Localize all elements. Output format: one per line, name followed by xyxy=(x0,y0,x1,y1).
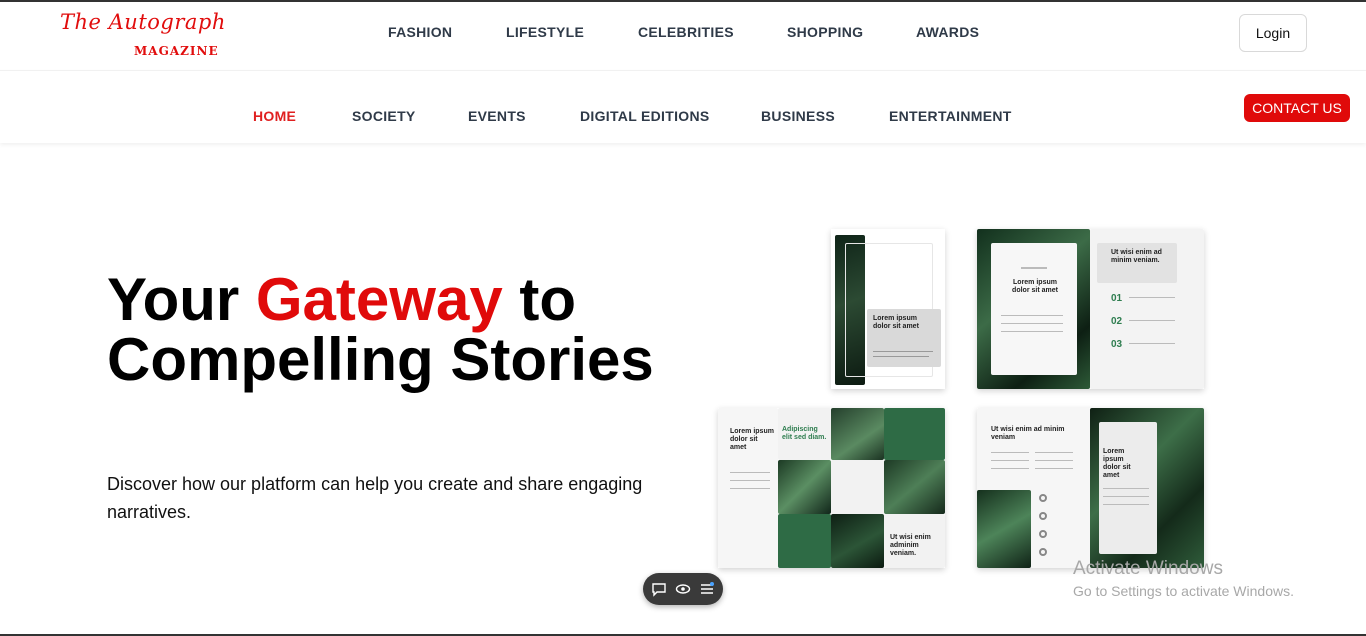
hero-title-part1: Your xyxy=(107,266,256,333)
mag3-mid-heading: Adipiscing elit sed diam. xyxy=(782,426,827,441)
magazine-mockup-spread-2: Lorem ipsum dolor sit amet Adipiscing el… xyxy=(718,408,945,568)
mag2-number-3: 03 xyxy=(1111,339,1123,350)
nav-lifestyle[interactable]: LIFESTYLE xyxy=(506,24,584,40)
hero-title: Your Gateway to Compelling Stories xyxy=(107,270,667,390)
top-header: The Autograph MAGAZINE FASHION LIFESTYLE… xyxy=(0,0,1366,70)
nav-digital-editions[interactable]: DIGITAL EDITIONS xyxy=(580,108,710,124)
magazine-mockup-cover: Lorem ipsum dolor sit amet xyxy=(831,229,945,389)
mag4-left-heading: Ut wisi enim ad minim veniam xyxy=(991,426,1065,441)
nav-awards[interactable]: AWARDS xyxy=(916,24,979,40)
mag2-right-heading: Ut wisi enim ad minim veniam. xyxy=(1111,249,1162,264)
contact-us-button[interactable]: CONTACT US xyxy=(1244,94,1350,122)
eye-icon[interactable] xyxy=(675,581,691,597)
mag2-number-1: 01 xyxy=(1111,293,1123,304)
windows-activation-watermark: Activate Windows Go to Settings to activ… xyxy=(1073,558,1294,602)
chat-icon[interactable] xyxy=(651,581,667,597)
mag1-heading: Lorem ipsum dolor sit amet xyxy=(873,315,919,330)
logo-magazine-text: MAGAZINE xyxy=(134,44,219,58)
nav-entertainment[interactable]: ENTERTAINMENT xyxy=(889,108,1012,124)
main-nav: FASHION LIFESTYLE CELEBRITIES SHOPPING A… xyxy=(0,24,1366,44)
nav-fashion[interactable]: FASHION xyxy=(388,24,452,40)
mag4-right-heading: Lorem ipsum dolor sit amet xyxy=(1103,448,1131,479)
magazine-mockup-spread-1: Lorem ipsum dolor sit amet Ut wisi enim … xyxy=(977,229,1204,389)
menu-icon[interactable] xyxy=(699,581,715,597)
nav-business[interactable]: BUSINESS xyxy=(761,108,835,124)
mag3-left-heading: Lorem ipsum dolor sit amet xyxy=(730,428,774,451)
nav-celebrities[interactable]: CELEBRITIES xyxy=(638,24,734,40)
nav-society[interactable]: SOCIETY xyxy=(352,108,416,124)
nav-shopping[interactable]: SHOPPING xyxy=(787,24,863,40)
secondary-header: HOME SOCIETY EVENTS DIGITAL EDITIONS BUS… xyxy=(0,70,1366,143)
mag3-right-heading: Ut wisi enim adminim veniam. xyxy=(890,534,931,557)
magazine-mockup-spread-3: Ut wisi enim ad minim veniam Lorem ipsum… xyxy=(977,408,1204,568)
hero-subtitle: Discover how our platform can help you c… xyxy=(107,474,643,522)
hero-title-accent: Gateway xyxy=(255,266,503,333)
nav-home[interactable]: HOME xyxy=(253,108,296,124)
mag2-left-heading: Lorem ipsum dolor sit amet xyxy=(1012,279,1058,294)
watermark-line2: Go to Settings to activate Windows. xyxy=(1073,583,1294,599)
watermark-line1: Activate Windows xyxy=(1073,558,1223,579)
floating-toolbar xyxy=(643,573,723,605)
mag2-number-2: 02 xyxy=(1111,316,1123,327)
login-button[interactable]: Login xyxy=(1239,14,1307,52)
nav-events[interactable]: EVENTS xyxy=(468,108,526,124)
